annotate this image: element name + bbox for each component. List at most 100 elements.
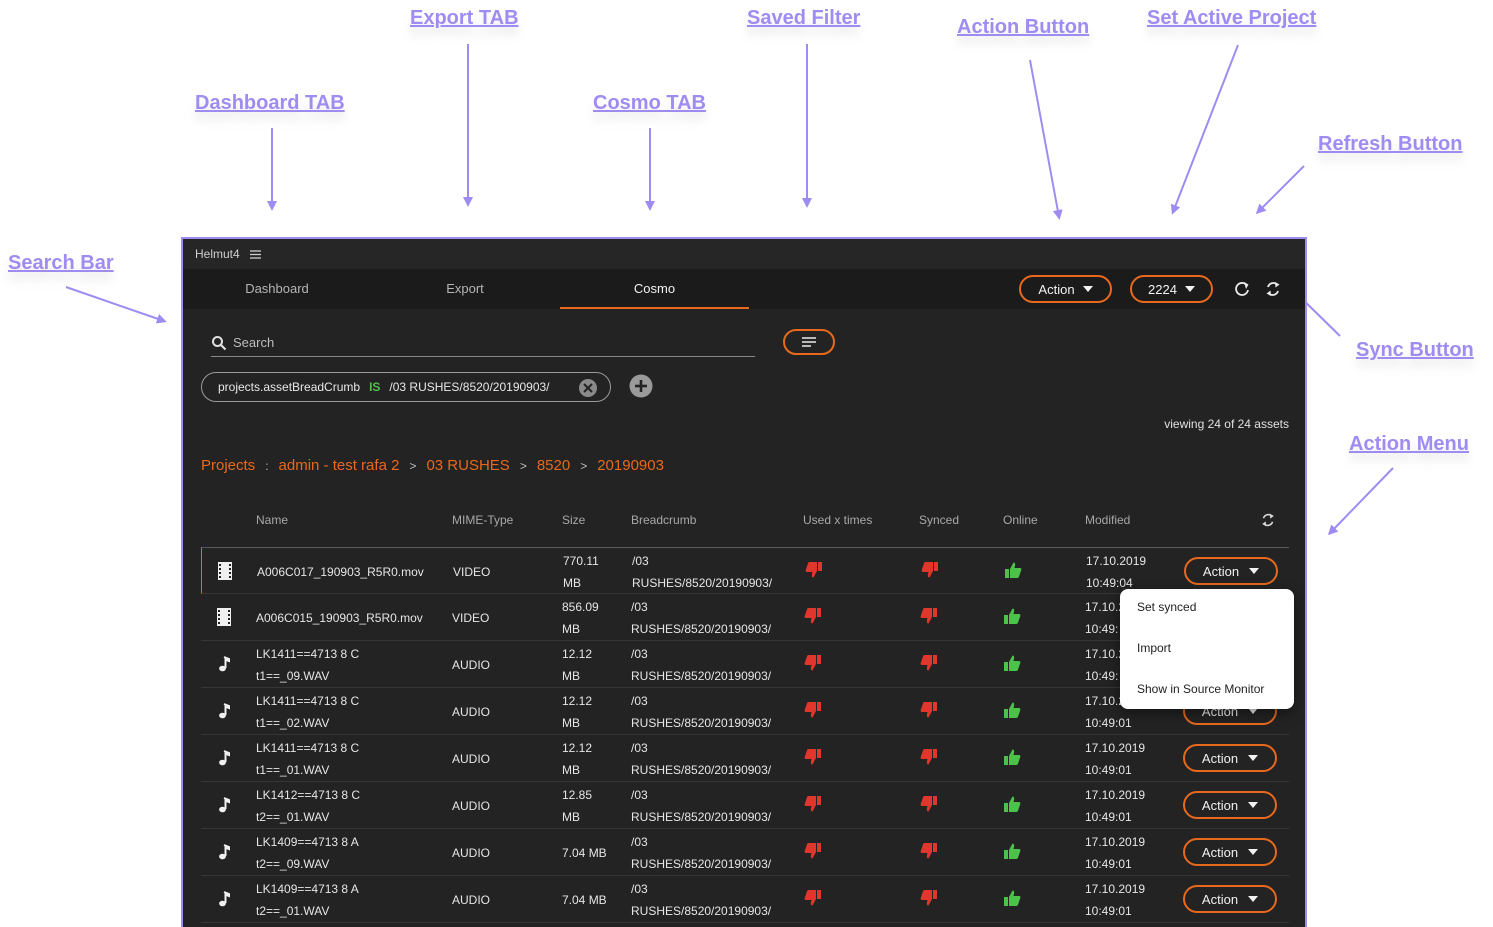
add-filter-icon[interactable] — [629, 374, 653, 398]
header-action-label: Action — [1038, 281, 1075, 297]
table-row[interactable]: LK1411==4713 8 C t1==_01.WAV AUDIO 12.12 MB /… — [201, 735, 1289, 782]
row-action-button[interactable]: Action — [1183, 885, 1277, 913]
cell-size: 856.09 MB — [562, 594, 599, 641]
cell-name: A006C015_190903_R5R0.mov — [256, 594, 423, 641]
size-line2: MB — [562, 621, 580, 636]
table-row[interactable]: LK1412==4713 8 C t2==_01.WAV AUDIO 12.85 MB /… — [201, 782, 1289, 829]
thumbs-up-icon — [1004, 796, 1021, 812]
column-header-name[interactable]: Name — [256, 513, 288, 527]
table-row[interactable]: LK1409==4713 8 A t2==_09.WAV AUDIO 7.04 MB /… — [201, 829, 1289, 876]
asset-name-line1: LK1409==4713 8 A — [256, 834, 359, 849]
size-line1: 12.85 — [562, 787, 593, 802]
breadcrumb-line2: RUSHES/8520/20190903/ — [631, 809, 772, 824]
breadcrumb-root[interactable]: Projects — [201, 457, 255, 474]
breadcrumb-line1: /03 — [631, 599, 648, 614]
active-project-select[interactable]: 2224 — [1130, 275, 1213, 303]
hamburger-icon[interactable] — [249, 249, 261, 259]
annotation-action-button: Action Button — [957, 16, 1090, 38]
cell-name: LK1409==4713 8 A t2==_01.WAV — [256, 876, 359, 923]
cell-size: 12.85 MB — [562, 782, 592, 829]
chevron-down-icon — [1184, 286, 1195, 292]
column-header-used[interactable]: Used x times — [803, 513, 872, 527]
breadcrumb-item[interactable]: 03 RUSHES — [426, 457, 509, 474]
asset-name-line1: LK1412==4713 8 C — [256, 787, 361, 802]
search-input[interactable] — [233, 335, 713, 350]
table-sync-icon[interactable] — [1259, 511, 1277, 529]
menu-item-show-in-source-monitor[interactable]: Show in Source Monitor — [1120, 677, 1294, 718]
breadcrumb-item[interactable]: 8520 — [537, 457, 570, 474]
row-action-label: Action — [1201, 750, 1239, 766]
thumbs-down-icon — [920, 796, 937, 812]
size-line2: MB — [562, 809, 580, 824]
column-header-modified[interactable]: Modified — [1085, 513, 1130, 527]
row-action-button[interactable]: Action — [1184, 557, 1278, 585]
music-note-icon — [219, 703, 230, 719]
breadcrumb-item[interactable]: admin - test rafa 2 — [279, 457, 400, 474]
annotation-action-menu: Action Menu — [1349, 433, 1469, 455]
asset-name-line2: t2==_01.WAV — [256, 809, 330, 824]
helmut-panel: Helmut4 Dashboard Export Cosmo Action 22… — [181, 237, 1307, 927]
cell-breadcrumb: /03 RUSHES/8520/20190903/ — [631, 594, 771, 641]
app-title: Helmut4 — [195, 247, 240, 261]
thumbs-down-icon — [921, 562, 938, 578]
column-header-online[interactable]: Online — [1003, 513, 1038, 527]
modified-date: 17.10.2019 — [1085, 834, 1146, 849]
filter-operator: IS — [369, 380, 381, 394]
annotation-saved-filter: Saved Filter — [747, 7, 861, 29]
row-action-button[interactable]: Action — [1183, 838, 1277, 866]
cell-mime: AUDIO — [452, 829, 490, 876]
refresh-icon[interactable] — [1232, 279, 1252, 299]
breadcrumb-line2: RUSHES/8520/20190903/ — [631, 621, 772, 636]
asset-name-line1: LK1411==4713 8 C — [256, 693, 360, 708]
close-icon[interactable] — [578, 378, 598, 398]
mime-type: AUDIO — [452, 657, 491, 672]
breadcrumb-line1: /03 — [631, 881, 648, 896]
column-header-size[interactable]: Size — [562, 513, 585, 527]
row-action-button[interactable]: Action — [1183, 744, 1277, 772]
breadcrumb-line1: /03 — [632, 553, 649, 568]
filter-value: /03 RUSHES/8520/20190903/ — [389, 380, 550, 394]
table-row[interactable]: A006C017_190903_R5R0.mov VIDEO 770.11 MB/03… — [201, 547, 1289, 594]
mime-type: AUDIO — [452, 798, 491, 813]
tab-dashboard[interactable]: Dashboard — [183, 269, 371, 309]
row-action-button[interactable]: Action — [1183, 791, 1277, 819]
chevron-down-icon — [1248, 755, 1259, 761]
arrow-search-bar — [65, 286, 167, 324]
cell-breadcrumb: /03 RUSHES/8520/20190903/ — [631, 876, 771, 923]
thumbs-down-icon — [920, 655, 937, 671]
chevron-down-icon — [1248, 896, 1259, 902]
breadcrumb-line2: RUSHES/8520/20190903/ — [631, 856, 772, 871]
thumbs-down-icon — [805, 562, 822, 578]
filter-field: projects.assetBreadCrumb — [218, 380, 361, 394]
music-note-icon — [219, 750, 230, 766]
tab-export[interactable]: Export — [371, 269, 559, 309]
header-action-button[interactable]: Action — [1019, 275, 1112, 303]
chevron-down-icon — [1249, 568, 1260, 574]
cell-breadcrumb: /03 RUSHES/8520/20190903/ — [631, 782, 771, 829]
modified-time: 10:49:01 — [1085, 762, 1132, 777]
breadcrumb-line1: /03 — [631, 834, 648, 849]
cell-size: 12.12 MB — [562, 688, 592, 735]
saved-filter-button[interactable] — [783, 329, 835, 355]
thumbs-up-icon — [1005, 562, 1022, 578]
cell-breadcrumb: /03 RUSHES/8520/20190903/ — [631, 641, 771, 688]
breadcrumb-item[interactable]: 20190903 — [597, 457, 664, 474]
column-header-breadcrumb[interactable]: Breadcrumb — [631, 513, 696, 527]
column-header-synced[interactable]: Synced — [919, 513, 959, 527]
menu-item-import[interactable]: Import — [1120, 636, 1294, 677]
table-row[interactable]: LK1409==4713 8 A t2==_01.WAV AUDIO 7.04 MB /… — [201, 876, 1289, 923]
size-line1: 856.09 — [562, 599, 599, 614]
action-menu: Set synced Import Show in Source Monitor — [1120, 589, 1294, 709]
asset-name-line1: A006C015_190903_R5R0.mov — [256, 610, 423, 625]
asset-count: viewing 24 of 24 assets — [1164, 417, 1289, 431]
thumbs-up-icon — [1004, 655, 1021, 671]
sync-icon[interactable] — [1263, 279, 1283, 299]
menu-item-set-synced[interactable]: Set synced — [1120, 595, 1294, 636]
column-header-mime[interactable]: MIME-Type — [452, 513, 513, 527]
cell-breadcrumb: /03 RUSHES/8520/20190903/ — [631, 829, 771, 876]
cell-breadcrumb: /03 RUSHES/8520/20190903/ — [631, 735, 771, 782]
tab-cosmo[interactable]: Cosmo — [560, 269, 749, 309]
title-bar: Helmut4 — [183, 239, 1305, 269]
cell-modified: 17.10.2019 10:49:04 — [1086, 548, 1146, 595]
asset-name-line1: LK1409==4713 8 A — [256, 881, 359, 896]
